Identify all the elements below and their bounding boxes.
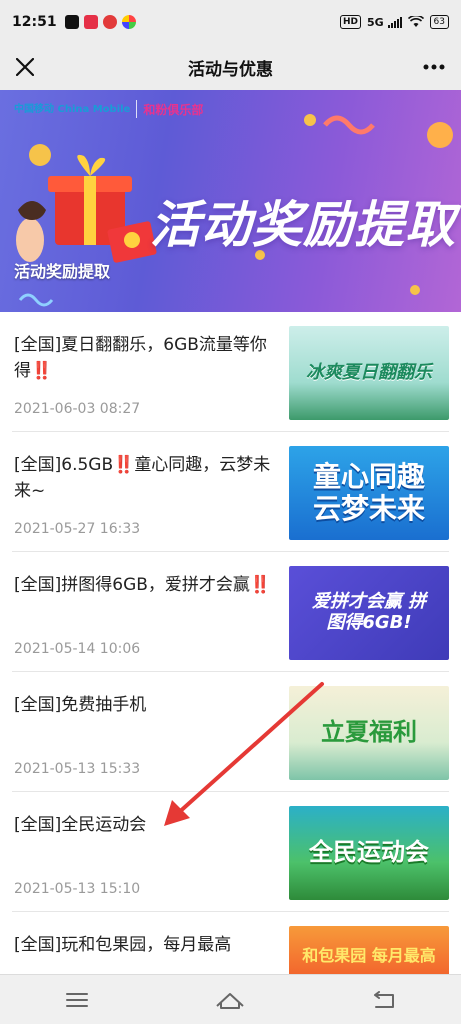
promo-banner[interactable]: 中国移动 China Mobile 和粉俱乐部 活动奖励提取 活动奖励提取 bbox=[0, 90, 461, 312]
notification-icons bbox=[64, 15, 136, 29]
item-date: 2021-05-13 15:10 bbox=[14, 881, 141, 897]
list-item[interactable]: [全国]免费抽手机 2021-05-13 15:33 立夏福利 bbox=[12, 672, 449, 792]
list-item[interactable]: [全国]全民运动会 2021-05-13 15:10 全民运动会 bbox=[12, 792, 449, 912]
close-button[interactable] bbox=[10, 52, 40, 82]
thumbnail-text: 童心同趣 云梦未来 bbox=[312, 459, 425, 525]
item-thumbnail: 冰爽夏日翻翻乐 bbox=[289, 326, 449, 420]
thumbnail-text: 冰爽夏日翻翻乐 bbox=[306, 361, 432, 383]
thumbnail-text: 爱拼才会赢 拼图得6GB! bbox=[311, 591, 427, 633]
network-label: 5G bbox=[367, 15, 384, 29]
item-title: [全国]免费抽手机 bbox=[14, 695, 147, 715]
item-thumbnail: 爱拼才会赢 拼图得6GB! bbox=[289, 566, 449, 660]
thumbnail-text: 和包果园 每月最高 bbox=[302, 945, 436, 965]
item-date: 2021-05-14 10:06 bbox=[14, 641, 141, 657]
item-thumbnail: 童心同趣 云梦未来 bbox=[289, 446, 449, 540]
thumbnail-text: 全民运动会 bbox=[309, 838, 429, 867]
item-title: [全国]6.5GB‼️童心同趣，云梦未来~ bbox=[14, 455, 271, 501]
banner-logo: 中国移动 China Mobile 和粉俱乐部 bbox=[14, 100, 203, 118]
top-nav-bar: 活动与优惠 bbox=[0, 44, 461, 90]
status-time: 12:51 bbox=[12, 14, 57, 30]
app-weibo-icon bbox=[102, 15, 117, 29]
list-item[interactable]: [全国]6.5GB‼️童心同趣，云梦未来~ 2021-05-27 16:33 童… bbox=[12, 432, 449, 552]
list-item[interactable]: [全国]拼图得6GB，爱拼才会赢‼️ 2021-05-14 10:06 爱拼才会… bbox=[12, 552, 449, 672]
status-right: HD 5G 63 bbox=[340, 15, 449, 29]
more-icon bbox=[423, 64, 445, 70]
app-red-icon bbox=[83, 15, 98, 29]
back-icon bbox=[374, 990, 395, 1008]
item-title: [全国]全民运动会 bbox=[14, 815, 147, 835]
close-icon bbox=[16, 58, 34, 76]
app-colorful-icon bbox=[121, 15, 136, 29]
banner-headline: 活动奖励提取 bbox=[150, 196, 456, 254]
activity-list: [全国]夏日翻翻乐，6GB流量等你得‼️ 2021-06-03 08:27 冰爽… bbox=[0, 312, 461, 986]
status-bar: 12:51 HD 5G 63 bbox=[0, 0, 461, 44]
list-item[interactable]: [全国]夏日翻翻乐，6GB流量等你得‼️ 2021-06-03 08:27 冰爽… bbox=[12, 312, 449, 432]
banner-caption: 活动奖励提取 bbox=[14, 262, 111, 281]
menu-icon bbox=[65, 992, 88, 1007]
page-title: 活动与优惠 bbox=[188, 59, 273, 80]
item-title: [全国]玩和包果园，每月最高 bbox=[14, 935, 232, 955]
signal-icon: 5G bbox=[367, 16, 402, 29]
club-logo: 和粉俱乐部 bbox=[143, 102, 204, 117]
more-button[interactable] bbox=[419, 52, 449, 82]
cmcc-logo: 中国移动 China Mobile bbox=[14, 103, 131, 115]
logo-divider bbox=[136, 100, 138, 118]
item-date: 2021-06-03 08:27 bbox=[14, 401, 141, 417]
battery-icon: 63 bbox=[429, 15, 449, 29]
menu-button[interactable] bbox=[57, 980, 97, 1020]
wifi-icon bbox=[407, 16, 424, 27]
item-title: [全国]夏日翻翻乐，6GB流量等你得‼️ bbox=[14, 335, 267, 381]
item-date: 2021-05-27 16:33 bbox=[14, 521, 141, 537]
thumbnail-text: 立夏福利 bbox=[321, 718, 417, 747]
back-button[interactable] bbox=[364, 980, 404, 1020]
tiktok-icon bbox=[64, 15, 79, 29]
list-item[interactable]: [全国]玩和包果园，每月最高 和包果园 每月最高 bbox=[12, 912, 449, 986]
item-title: [全国]拼图得6GB，爱拼才会赢‼️ bbox=[14, 575, 272, 595]
hd-icon: HD bbox=[340, 15, 362, 29]
item-thumbnail: 全民运动会 bbox=[289, 806, 449, 900]
home-icon bbox=[216, 992, 245, 1009]
item-date: 2021-05-13 15:33 bbox=[14, 761, 141, 777]
system-nav-bar bbox=[0, 974, 461, 1024]
home-button[interactable] bbox=[210, 980, 250, 1020]
item-thumbnail: 立夏福利 bbox=[289, 686, 449, 780]
